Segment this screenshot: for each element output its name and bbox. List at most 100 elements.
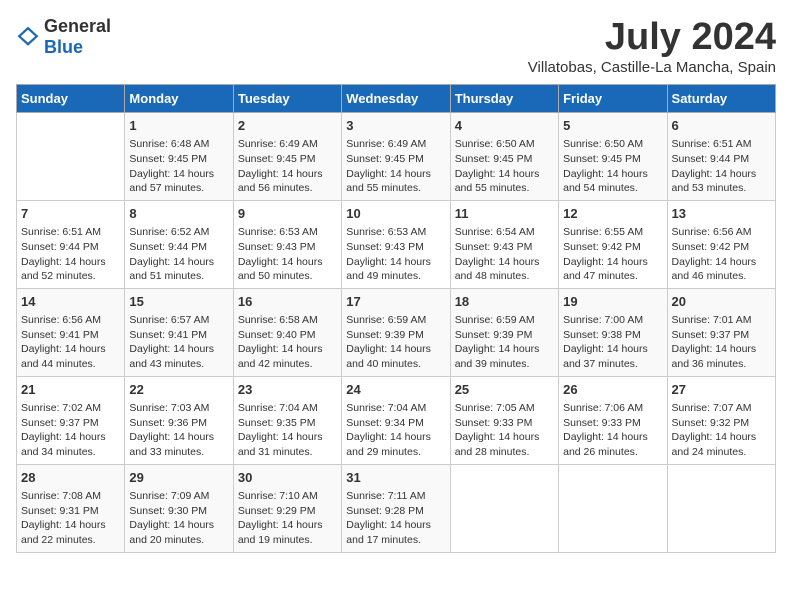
calendar-cell: 2 Sunrise: 6:49 AM Sunset: 9:45 PM Daylig… — [233, 113, 341, 201]
day-number: 20 — [672, 293, 771, 311]
day-info: Sunrise: 7:10 AM Sunset: 9:29 PM Dayligh… — [238, 489, 337, 548]
day-info: Sunrise: 7:07 AM Sunset: 9:32 PM Dayligh… — [672, 401, 771, 460]
day-number: 19 — [563, 293, 662, 311]
calendar-week-row: 14 Sunrise: 6:56 AM Sunset: 9:41 PM Dayli… — [17, 288, 776, 376]
day-number: 10 — [346, 205, 445, 223]
day-info: Sunrise: 7:04 AM Sunset: 9:34 PM Dayligh… — [346, 401, 445, 460]
day-number: 12 — [563, 205, 662, 223]
day-number: 8 — [129, 205, 228, 223]
day-number: 4 — [455, 117, 554, 135]
calendar-cell: 21 Sunrise: 7:02 AM Sunset: 9:37 PM Dayli… — [17, 376, 125, 464]
logo: General Blue — [16, 16, 111, 58]
day-of-week-header: Wednesday — [342, 85, 450, 113]
calendar-cell: 29 Sunrise: 7:09 AM Sunset: 9:30 PM Dayli… — [125, 464, 233, 552]
day-info: Sunrise: 6:51 AM Sunset: 9:44 PM Dayligh… — [21, 225, 120, 284]
day-info: Sunrise: 6:50 AM Sunset: 9:45 PM Dayligh… — [563, 137, 662, 196]
day-of-week-header: Tuesday — [233, 85, 341, 113]
calendar-cell: 14 Sunrise: 6:56 AM Sunset: 9:41 PM Dayli… — [17, 288, 125, 376]
calendar-cell: 25 Sunrise: 7:05 AM Sunset: 9:33 PM Dayli… — [450, 376, 558, 464]
day-info: Sunrise: 7:09 AM Sunset: 9:30 PM Dayligh… — [129, 489, 228, 548]
calendar-cell: 26Sunrise: 7:06 AM Sunset: 9:33 PM Dayli… — [559, 376, 667, 464]
calendar-cell: 31 Sunrise: 7:11 AM Sunset: 9:28 PM Dayli… — [342, 464, 450, 552]
day-info: Sunrise: 6:58 AM Sunset: 9:40 PM Dayligh… — [238, 313, 337, 372]
calendar-cell: 24Sunrise: 7:04 AM Sunset: 9:34 PM Dayli… — [342, 376, 450, 464]
day-info: Sunrise: 7:11 AM Sunset: 9:28 PM Dayligh… — [346, 489, 445, 548]
day-info: Sunrise: 6:56 AM Sunset: 9:42 PM Dayligh… — [672, 225, 771, 284]
day-info: Sunrise: 6:50 AM Sunset: 9:45 PM Dayligh… — [455, 137, 554, 196]
day-info: Sunrise: 6:48 AM Sunset: 9:45 PM Dayligh… — [129, 137, 228, 196]
day-info: Sunrise: 6:49 AM Sunset: 9:45 PM Dayligh… — [346, 137, 445, 196]
day-number: 7 — [21, 205, 120, 223]
calendar-cell: 20 Sunrise: 7:01 AM Sunset: 9:37 PM Dayli… — [667, 288, 775, 376]
day-info: Sunrise: 7:01 AM Sunset: 9:37 PM Dayligh… — [672, 313, 771, 372]
month-title: July 2024 — [528, 16, 776, 59]
day-number: 1 — [129, 117, 228, 135]
day-info: Sunrise: 6:49 AM Sunset: 9:45 PM Dayligh… — [238, 137, 337, 196]
day-info: Sunrise: 6:53 AM Sunset: 9:43 PM Dayligh… — [238, 225, 337, 284]
day-number: 16 — [238, 293, 337, 311]
logo-general: General — [44, 16, 111, 36]
day-info: Sunrise: 6:56 AM Sunset: 9:41 PM Dayligh… — [21, 313, 120, 372]
day-number: 31 — [346, 469, 445, 487]
calendar-cell — [667, 464, 775, 552]
day-info: Sunrise: 7:02 AM Sunset: 9:37 PM Dayligh… — [21, 401, 120, 460]
calendar-cell: 28Sunrise: 7:08 AM Sunset: 9:31 PM Dayli… — [17, 464, 125, 552]
day-number: 14 — [21, 293, 120, 311]
calendar-table: SundayMondayTuesdayWednesdayThursdayFrid… — [16, 84, 776, 553]
day-info: Sunrise: 7:04 AM Sunset: 9:35 PM Dayligh… — [238, 401, 337, 460]
day-info: Sunrise: 6:57 AM Sunset: 9:41 PM Dayligh… — [129, 313, 228, 372]
location-title: Villatobas, Castille-La Mancha, Spain — [528, 59, 776, 76]
day-info: Sunrise: 6:52 AM Sunset: 9:44 PM Dayligh… — [129, 225, 228, 284]
day-info: Sunrise: 7:08 AM Sunset: 9:31 PM Dayligh… — [21, 489, 120, 548]
calendar-cell: 13 Sunrise: 6:56 AM Sunset: 9:42 PM Dayli… — [667, 200, 775, 288]
calendar-header: SundayMondayTuesdayWednesdayThursdayFrid… — [17, 85, 776, 113]
day-number: 2 — [238, 117, 337, 135]
calendar-week-row: 7 Sunrise: 6:51 AM Sunset: 9:44 PM Daylig… — [17, 200, 776, 288]
day-info: Sunrise: 6:55 AM Sunset: 9:42 PM Dayligh… — [563, 225, 662, 284]
calendar-cell: 17 Sunrise: 6:59 AM Sunset: 9:39 PM Dayli… — [342, 288, 450, 376]
day-number: 22 — [129, 381, 228, 399]
calendar-cell: 4 Sunrise: 6:50 AM Sunset: 9:45 PM Daylig… — [450, 113, 558, 201]
header-row: SundayMondayTuesdayWednesdayThursdayFrid… — [17, 85, 776, 113]
calendar-cell — [450, 464, 558, 552]
calendar-week-row: 21 Sunrise: 7:02 AM Sunset: 9:37 PM Dayli… — [17, 376, 776, 464]
day-number: 18 — [455, 293, 554, 311]
calendar-cell: 6 Sunrise: 6:51 AM Sunset: 9:44 PM Daylig… — [667, 113, 775, 201]
calendar-cell: 12 Sunrise: 6:55 AM Sunset: 9:42 PM Dayli… — [559, 200, 667, 288]
day-number: 27 — [672, 381, 771, 399]
day-number: 29 — [129, 469, 228, 487]
day-number: 6 — [672, 117, 771, 135]
day-number: 17 — [346, 293, 445, 311]
logo-blue: Blue — [44, 37, 83, 57]
calendar-cell: 10 Sunrise: 6:53 AM Sunset: 9:43 PM Dayli… — [342, 200, 450, 288]
calendar-cell: 15 Sunrise: 6:57 AM Sunset: 9:41 PM Dayli… — [125, 288, 233, 376]
calendar-cell: 22 Sunrise: 7:03 AM Sunset: 9:36 PM Dayli… — [125, 376, 233, 464]
calendar-cell: 30 Sunrise: 7:10 AM Sunset: 9:29 PM Dayli… — [233, 464, 341, 552]
day-number: 30 — [238, 469, 337, 487]
day-info: Sunrise: 6:51 AM Sunset: 9:44 PM Dayligh… — [672, 137, 771, 196]
calendar-cell — [17, 113, 125, 201]
day-info: Sunrise: 6:59 AM Sunset: 9:39 PM Dayligh… — [346, 313, 445, 372]
day-info: Sunrise: 6:53 AM Sunset: 9:43 PM Dayligh… — [346, 225, 445, 284]
day-info: Sunrise: 7:03 AM Sunset: 9:36 PM Dayligh… — [129, 401, 228, 460]
day-number: 13 — [672, 205, 771, 223]
calendar-cell: 1 Sunrise: 6:48 AM Sunset: 9:45 PM Daylig… — [125, 113, 233, 201]
day-info: Sunrise: 6:59 AM Sunset: 9:39 PM Dayligh… — [455, 313, 554, 372]
day-info: Sunrise: 7:00 AM Sunset: 9:38 PM Dayligh… — [563, 313, 662, 372]
day-number: 21 — [21, 381, 120, 399]
calendar-body: 1 Sunrise: 6:48 AM Sunset: 9:45 PM Daylig… — [17, 113, 776, 553]
day-number: 26 — [563, 381, 662, 399]
calendar-cell: 16 Sunrise: 6:58 AM Sunset: 9:40 PM Dayli… — [233, 288, 341, 376]
calendar-cell: 27 Sunrise: 7:07 AM Sunset: 9:32 PM Dayli… — [667, 376, 775, 464]
day-of-week-header: Friday — [559, 85, 667, 113]
day-number: 11 — [455, 205, 554, 223]
calendar-week-row: 28Sunrise: 7:08 AM Sunset: 9:31 PM Dayli… — [17, 464, 776, 552]
logo-icon — [16, 25, 40, 49]
day-info: Sunrise: 7:05 AM Sunset: 9:33 PM Dayligh… — [455, 401, 554, 460]
day-number: 25 — [455, 381, 554, 399]
day-number: 3 — [346, 117, 445, 135]
day-number: 15 — [129, 293, 228, 311]
calendar-cell: 3 Sunrise: 6:49 AM Sunset: 9:45 PM Daylig… — [342, 113, 450, 201]
day-of-week-header: Monday — [125, 85, 233, 113]
calendar-cell: 18 Sunrise: 6:59 AM Sunset: 9:39 PM Dayli… — [450, 288, 558, 376]
